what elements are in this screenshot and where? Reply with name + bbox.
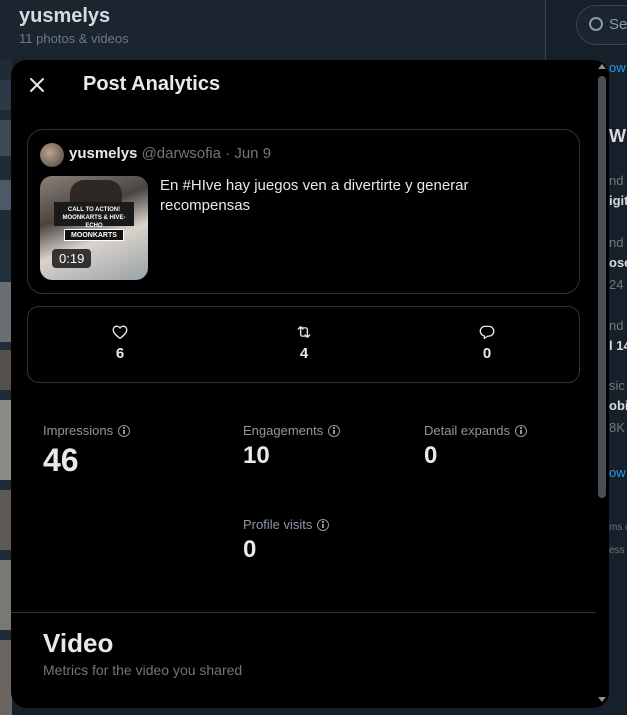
trend-fragment: 8K xyxy=(609,420,625,435)
author-handle[interactable]: @darwsofia xyxy=(142,145,221,162)
trend-fragment: nd xyxy=(609,173,624,188)
detail-expands-label-row: Detail expands xyxy=(424,423,527,438)
modal-title: Post Analytics xyxy=(83,73,221,95)
trend-fragment: l 14 xyxy=(609,338,627,353)
reposts-count: 4 xyxy=(299,345,309,362)
search-icon xyxy=(589,17,603,31)
profile-header: yusmelys 11 photos & videos xyxy=(0,0,545,60)
heart-icon xyxy=(112,325,128,340)
post-author-line: yusmelys @darwsofia · Jun 9 xyxy=(69,145,271,162)
repost-icon xyxy=(297,326,311,338)
engagements-label-row: Engagements xyxy=(243,423,341,438)
close-button[interactable] xyxy=(25,73,49,97)
scroll-up-arrow[interactable] xyxy=(598,64,606,69)
trend-fragment: ow xyxy=(609,60,626,75)
impressions-label-row: Impressions xyxy=(43,423,131,438)
likes-count: 6 xyxy=(115,345,125,362)
trend-fragment: ess xyxy=(609,545,625,556)
post-text: En #HIve hay juegos ven a divertirte y g… xyxy=(160,177,469,214)
thumbnail-banner: CALL TO ACTION! MOONKARTS & HIVE-ECHO xyxy=(54,202,134,229)
column-divider xyxy=(545,0,546,60)
info-icon[interactable] xyxy=(317,518,330,531)
post-analytics-modal: Post Analytics yusmelys @darwsofia · Jun… xyxy=(11,60,609,708)
detail-expands-metric: Detail expands 0 xyxy=(424,423,527,470)
trend-fragment: ms c xyxy=(609,522,627,533)
modal-scrollbar[interactable] xyxy=(596,60,609,708)
trend-fragment: ose xyxy=(609,255,627,270)
impressions-label: Impressions xyxy=(43,423,114,438)
engagement-stats-card: 6 4 0 xyxy=(27,306,580,383)
author-name[interactable]: yusmelys xyxy=(69,145,137,162)
profile-visits-label: Profile visits xyxy=(243,517,313,532)
trend-fragment: Wha xyxy=(609,126,627,146)
profile-visits-label-row: Profile visits xyxy=(243,517,330,532)
replies-count: 0 xyxy=(482,345,492,362)
trend-fragment: nd xyxy=(609,235,624,250)
trend-fragment: obi xyxy=(609,398,627,413)
info-icon[interactable] xyxy=(515,424,527,437)
post-date[interactable]: Jun 9 xyxy=(234,145,271,162)
engagements-value: 10 xyxy=(243,442,270,469)
engagements-label: Engagements xyxy=(243,423,324,438)
profile-name: yusmelys xyxy=(19,5,111,27)
video-thumbnail[interactable]: CALL TO ACTION! MOONKARTS & HIVE-ECHO MO… xyxy=(40,176,148,280)
trend-fragment: nd xyxy=(609,318,624,333)
info-icon[interactable] xyxy=(328,424,341,437)
trend-fragment: 24 xyxy=(609,277,624,292)
avatar[interactable] xyxy=(40,143,64,167)
thumbnail-tag: MOONKARTS xyxy=(64,229,124,241)
video-section-subtitle: Metrics for the video you shared xyxy=(43,662,243,678)
trend-fragment: ow xyxy=(609,465,626,480)
post-preview-card[interactable]: yusmelys @darwsofia · Jun 9 CALL TO ACTI… xyxy=(27,129,580,294)
section-divider xyxy=(11,612,596,613)
trend-fragment: igit xyxy=(609,193,627,208)
video-section-title: Video xyxy=(43,628,114,658)
engagements-metric: Engagements 10 xyxy=(243,423,341,470)
detail-expands-label: Detail expands xyxy=(424,423,510,438)
search-placeholder: Se xyxy=(609,16,627,33)
video-duration-badge: 0:19 xyxy=(52,249,92,268)
reposts-stat: 4 xyxy=(284,323,324,362)
profile-visits-value: 0 xyxy=(243,536,257,563)
info-icon[interactable] xyxy=(118,424,131,437)
close-icon xyxy=(30,78,44,92)
impressions-metric: Impressions 46 xyxy=(43,423,131,479)
search-box[interactable]: Se xyxy=(576,5,627,45)
scrollbar-thumb[interactable] xyxy=(598,76,606,498)
trend-fragment: sic xyxy=(609,378,625,393)
likes-stat: 6 xyxy=(100,323,140,362)
impressions-value: 46 xyxy=(43,442,79,478)
scroll-down-arrow[interactable] xyxy=(598,697,606,702)
replies-stat: 0 xyxy=(467,323,507,362)
meta-separator: · xyxy=(221,145,235,162)
detail-expands-value: 0 xyxy=(424,442,438,469)
profile-media-count: 11 photos & videos xyxy=(19,31,129,46)
profile-visits-metric: Profile visits 0 xyxy=(243,517,330,564)
reply-icon xyxy=(479,325,495,340)
